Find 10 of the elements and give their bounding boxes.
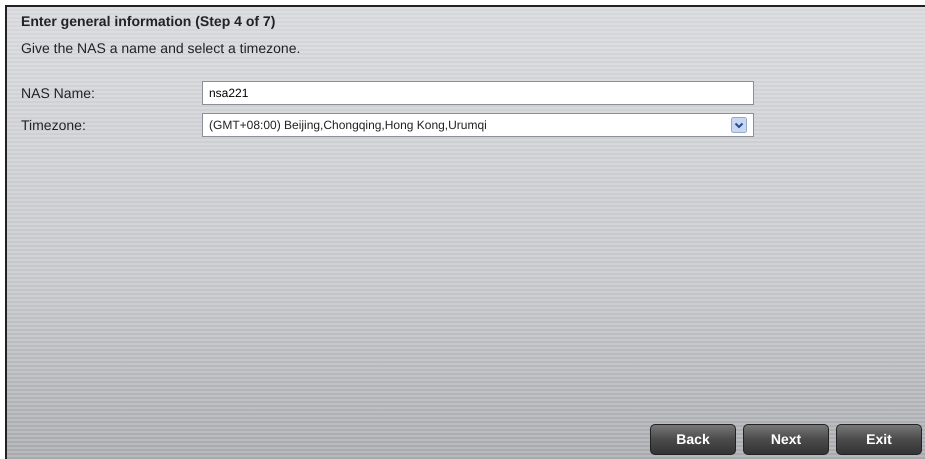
wizard-title: Enter general information (Step 4 of 7) xyxy=(21,12,276,31)
timezone-dropdown[interactable]: (GMT+08:00) Beijing,Chongqing,Hong Kong,Urumqi xyxy=(202,113,754,137)
caret-icon xyxy=(731,117,747,133)
field-label: Timezone: xyxy=(21,116,87,134)
wizard-button[interactable]: Exit xyxy=(836,424,922,455)
wizard-button[interactable]: Next xyxy=(743,424,829,455)
field-label: NAS Name: xyxy=(21,84,96,102)
name-field[interactable]: nsa221 xyxy=(202,81,754,105)
wizard-button[interactable]: Back xyxy=(650,424,736,455)
instruction-text: Give the NAS a name and select a timezone. xyxy=(21,39,302,58)
